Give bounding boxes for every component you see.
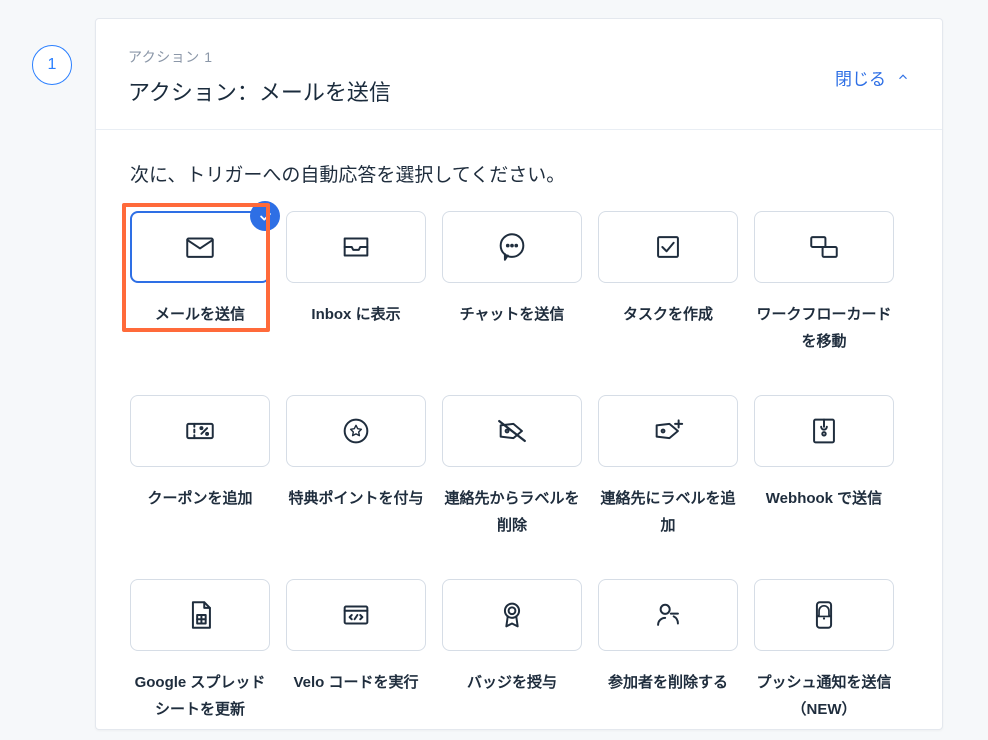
action-option-box bbox=[442, 579, 582, 651]
person-remove-icon bbox=[651, 598, 685, 632]
action-option[interactable]: チャットを送信 bbox=[442, 211, 582, 355]
action-option[interactable]: クーポンを追加 bbox=[130, 395, 270, 539]
action-option-label: プッシュ通知を送信（NEW） bbox=[754, 669, 894, 723]
action-title: アクション：メールを送信 bbox=[128, 75, 391, 107]
action-option-label: Velo コードを実行 bbox=[286, 669, 426, 696]
workflow-icon bbox=[807, 230, 841, 264]
points-icon bbox=[339, 414, 373, 448]
action-option-box bbox=[286, 211, 426, 283]
push-icon bbox=[807, 598, 841, 632]
action-panel-header: アクション 1 アクション：メールを送信 閉じる bbox=[96, 19, 942, 130]
action-option-box bbox=[598, 395, 738, 467]
selection-prompt: 次に、トリガーへの自動応答を選択してください。 bbox=[130, 160, 908, 187]
action-option-box bbox=[442, 211, 582, 283]
badge-icon bbox=[495, 598, 529, 632]
label-add-icon bbox=[651, 414, 685, 448]
action-option[interactable]: プッシュ通知を送信（NEW） bbox=[754, 579, 894, 723]
sheets-icon bbox=[183, 598, 217, 632]
action-option-box bbox=[754, 395, 894, 467]
action-panel: アクション 1 アクション：メールを送信 閉じる 次に、トリガーへの自動応答を選… bbox=[95, 18, 943, 730]
action-option[interactable]: 連絡先からラベルを削除 bbox=[442, 395, 582, 539]
action-option-label: Webhook で送信 bbox=[754, 485, 894, 512]
action-option-label: Google スプレッドシートを更新 bbox=[130, 669, 270, 723]
action-option[interactable]: ワークフローカードを移動 bbox=[754, 211, 894, 355]
action-option-label: クーポンを追加 bbox=[130, 485, 270, 512]
action-option[interactable]: 参加者を削除する bbox=[598, 579, 738, 723]
action-option-label: 連絡先からラベルを削除 bbox=[442, 485, 582, 539]
code-icon bbox=[339, 598, 373, 632]
action-option-box bbox=[286, 579, 426, 651]
action-option[interactable]: Google スプレッドシートを更新 bbox=[130, 579, 270, 723]
inbox-icon bbox=[339, 230, 373, 264]
action-option-box bbox=[598, 579, 738, 651]
step-number-badge: 1 bbox=[32, 45, 72, 85]
action-option-label: 連絡先にラベルを追加 bbox=[598, 485, 738, 539]
mail-icon bbox=[183, 230, 217, 264]
action-option-label: タスクを作成 bbox=[598, 301, 738, 328]
actions-options-grid: メールを送信 Inbox に表示チャットを送信タスクを作成ワークフローカードを移動… bbox=[130, 211, 908, 723]
action-option-box bbox=[286, 395, 426, 467]
step-number: 1 bbox=[48, 56, 57, 74]
action-option-label: 参加者を削除する bbox=[598, 669, 738, 696]
close-button-label: 閉じる bbox=[835, 65, 886, 90]
action-option-label: 特典ポイントを付与 bbox=[286, 485, 426, 512]
webhook-icon bbox=[807, 414, 841, 448]
action-option-box bbox=[130, 579, 270, 651]
selected-check-badge bbox=[250, 201, 280, 231]
action-panel-titles: アクション 1 アクション：メールを送信 bbox=[128, 47, 391, 107]
action-option[interactable]: Velo コードを実行 bbox=[286, 579, 426, 723]
close-button[interactable]: 閉じる bbox=[835, 65, 910, 90]
action-option[interactable]: Inbox に表示 bbox=[286, 211, 426, 355]
action-option[interactable]: Webhook で送信 bbox=[754, 395, 894, 539]
chevron-up-icon bbox=[896, 70, 910, 84]
coupon-icon bbox=[183, 414, 217, 448]
action-panel-body: 次に、トリガーへの自動応答を選択してください。 メールを送信 Inbox に表示チ… bbox=[96, 130, 942, 729]
action-option[interactable]: メールを送信 bbox=[130, 211, 270, 355]
action-option-box bbox=[754, 211, 894, 283]
action-option-label: チャットを送信 bbox=[442, 301, 582, 328]
action-option[interactable]: 連絡先にラベルを追加 bbox=[598, 395, 738, 539]
action-option-box bbox=[130, 395, 270, 467]
action-eyebrow: アクション 1 bbox=[128, 47, 391, 67]
action-option-box bbox=[754, 579, 894, 651]
action-option[interactable]: タスクを作成 bbox=[598, 211, 738, 355]
chat-icon bbox=[495, 230, 529, 264]
action-option-box bbox=[598, 211, 738, 283]
action-option-box bbox=[130, 211, 270, 283]
automation-action-picker-stage: 1 アクション 1 アクション：メールを送信 閉じる 次に、トリガーへの自動応答… bbox=[0, 0, 988, 740]
label-remove-icon bbox=[495, 414, 529, 448]
action-option-box bbox=[442, 395, 582, 467]
action-option[interactable]: 特典ポイントを付与 bbox=[286, 395, 426, 539]
action-option-label: バッジを授与 bbox=[442, 669, 582, 696]
action-option[interactable]: バッジを授与 bbox=[442, 579, 582, 723]
action-option-label: Inbox に表示 bbox=[286, 301, 426, 328]
task-icon bbox=[651, 230, 685, 264]
action-option-label: ワークフローカードを移動 bbox=[754, 301, 894, 355]
action-option-label: メールを送信 bbox=[130, 301, 270, 328]
